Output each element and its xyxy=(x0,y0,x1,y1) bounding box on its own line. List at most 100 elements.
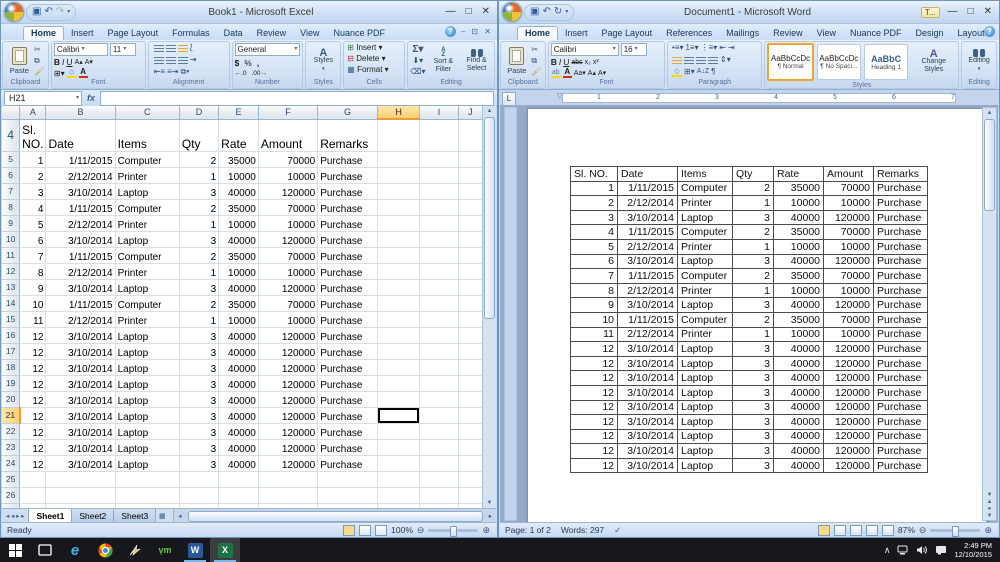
excel-cell[interactable] xyxy=(377,423,419,439)
excel-cell[interactable] xyxy=(377,487,419,503)
word-table-cell[interactable]: 40000 xyxy=(774,210,824,225)
align-bottom-icon[interactable] xyxy=(178,45,188,52)
excel-cell[interactable]: 1 xyxy=(179,215,218,231)
excel-cell[interactable]: 7 xyxy=(20,247,46,263)
word-table-cell[interactable]: 12 xyxy=(571,356,618,371)
paste-button[interactable]: Paste xyxy=(7,43,32,78)
excel-cell[interactable] xyxy=(115,487,179,503)
word-table[interactable]: Sl. NO.DateItemsQtyRateAmountRemarks11/1… xyxy=(570,166,928,473)
row-header-26[interactable]: 26 xyxy=(2,487,20,503)
maximize-icon[interactable]: □ xyxy=(466,7,472,17)
scroll-down-icon[interactable]: ▼ xyxy=(987,492,993,498)
word-table-cell[interactable]: 1/11/2015 xyxy=(618,181,678,196)
word-table-cell[interactable]: Laptop xyxy=(678,298,733,313)
copy-icon[interactable]: ⧉ xyxy=(531,56,541,66)
number-format-select[interactable]: General▾ xyxy=(235,43,301,56)
word-table-cell[interactable]: Computer xyxy=(678,181,733,196)
word-table-cell[interactable]: Purchase xyxy=(874,327,928,342)
zoom-in-icon[interactable]: ⊕ xyxy=(482,526,490,535)
change-case-icon[interactable]: Aa▾ xyxy=(574,69,586,77)
excel-cell[interactable]: 120000 xyxy=(258,455,317,471)
word-table-cell[interactable]: 4 xyxy=(571,225,618,240)
justify-icon[interactable] xyxy=(708,57,718,64)
excel-cell[interactable] xyxy=(377,119,419,151)
styles-button[interactable]: A Styles▾ xyxy=(312,49,335,73)
word-table-cell[interactable]: Purchase xyxy=(874,283,928,298)
excel-cell[interactable]: 35000 xyxy=(219,247,259,263)
excel-cell[interactable] xyxy=(219,487,259,503)
excel-cell[interactable]: Laptop xyxy=(115,183,179,199)
tab-word-mailings[interactable]: Mailings xyxy=(719,27,766,40)
excel-cell[interactable]: 10000 xyxy=(258,311,317,327)
excel-cell[interactable]: Qty xyxy=(179,119,218,151)
excel-cell[interactable]: 3 xyxy=(179,407,218,423)
row-header-20[interactable]: 20 xyxy=(2,391,20,407)
word-table-cell[interactable]: 3 xyxy=(733,458,774,473)
orientation-icon[interactable]: ⟅ xyxy=(190,43,193,53)
excel-cell[interactable]: 70000 xyxy=(258,295,317,311)
format-painter-icon[interactable]: 🖌 xyxy=(34,67,44,77)
minimize-icon[interactable]: — xyxy=(948,7,958,17)
excel-cell[interactable] xyxy=(420,231,458,247)
word-table-cell[interactable]: 12 xyxy=(571,444,618,459)
word-table-cell[interactable]: 70000 xyxy=(824,181,874,196)
word-table-cell[interactable]: 1 xyxy=(733,239,774,254)
excel-cell[interactable]: Purchase xyxy=(318,359,378,375)
excel-cell[interactable]: 3 xyxy=(179,439,218,455)
excel-cell[interactable] xyxy=(420,391,458,407)
word-table-cell[interactable]: 120000 xyxy=(824,298,874,313)
word-table-cell[interactable]: Purchase xyxy=(874,371,928,386)
row-header-12[interactable]: 12 xyxy=(2,263,20,279)
formula-input[interactable] xyxy=(100,91,494,106)
tab-excel-view[interactable]: View xyxy=(293,27,326,40)
excel-cell[interactable] xyxy=(420,247,458,263)
word-table-cell[interactable]: 3/10/2014 xyxy=(618,298,678,313)
excel-cell[interactable]: Purchase xyxy=(318,423,378,439)
word-table-cell[interactable]: 12 xyxy=(571,429,618,444)
excel-cell[interactable] xyxy=(377,311,419,327)
excel-cell[interactable]: Laptop xyxy=(115,231,179,247)
excel-cell[interactable]: Purchase xyxy=(318,231,378,247)
word-table-cell[interactable]: 3 xyxy=(733,342,774,357)
comma-style-icon[interactable]: , xyxy=(257,58,259,68)
tab-excel-insert[interactable]: Insert xyxy=(64,27,101,40)
word-table-cell[interactable]: Laptop xyxy=(678,429,733,444)
excel-cell[interactable] xyxy=(458,263,482,279)
excel-cell[interactable] xyxy=(420,295,458,311)
increase-decimal-icon[interactable]: ←.0 xyxy=(235,70,247,77)
word-table-cell[interactable]: Computer xyxy=(678,269,733,284)
word-table-cell[interactable]: 3 xyxy=(733,356,774,371)
tab-excel-page-layout[interactable]: Page Layout xyxy=(101,27,166,40)
column-header-A[interactable]: A xyxy=(20,106,46,119)
word-table-cell[interactable]: 2/12/2014 xyxy=(618,196,678,211)
excel-cell[interactable] xyxy=(420,375,458,391)
excel-cell[interactable]: 40000 xyxy=(219,407,259,423)
excel-cell[interactable]: Printer xyxy=(115,263,179,279)
column-header-F[interactable]: F xyxy=(258,106,317,119)
excel-cell[interactable]: Laptop xyxy=(115,391,179,407)
bullets-icon[interactable]: •≡▾ xyxy=(672,43,683,53)
task-view-icon[interactable] xyxy=(30,538,60,562)
tab-word-insert[interactable]: Insert xyxy=(558,27,595,40)
column-header-B[interactable]: B xyxy=(46,106,115,119)
excel-cell[interactable]: 12 xyxy=(20,455,46,471)
italic-icon[interactable]: I xyxy=(62,57,64,67)
excel-cell[interactable] xyxy=(258,471,317,487)
word-table-cell[interactable]: 12 xyxy=(571,371,618,386)
sheet-nav-buttons[interactable]: ◂ ◂ ▸ ▸ xyxy=(2,509,28,523)
word-table-cell[interactable]: 3/10/2014 xyxy=(618,342,678,357)
excel-cell[interactable]: 2 xyxy=(179,295,218,311)
column-header-D[interactable]: D xyxy=(179,106,218,119)
excel-cell[interactable]: 1/11/2015 xyxy=(46,151,115,167)
excel-cell[interactable]: 120000 xyxy=(258,407,317,423)
word-table-cell[interactable]: 3/10/2014 xyxy=(618,458,678,473)
excel-cell[interactable]: 3/10/2014 xyxy=(46,391,115,407)
zoom-level[interactable]: 87% xyxy=(898,525,915,535)
excel-cell[interactable] xyxy=(458,247,482,263)
word-table-cell[interactable]: Laptop xyxy=(678,254,733,269)
column-header-J[interactable]: J xyxy=(458,106,482,119)
word-table-cell[interactable]: 1/11/2015 xyxy=(618,225,678,240)
word-table-cell[interactable]: 9 xyxy=(571,298,618,313)
word-table-cell[interactable]: 120000 xyxy=(824,458,874,473)
excel-cell[interactable] xyxy=(420,487,458,503)
